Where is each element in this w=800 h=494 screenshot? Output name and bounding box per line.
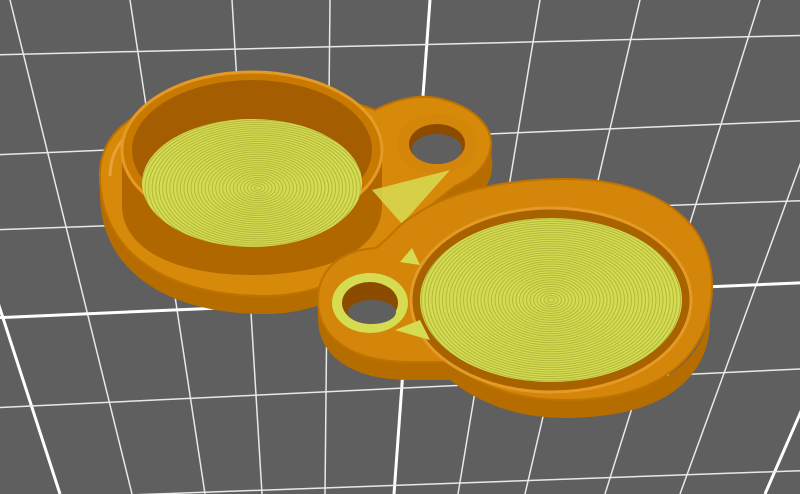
grid-line — [135, 469, 800, 494]
grid-line — [0, 303, 62, 494]
print-preview-viewport[interactable] — [0, 0, 800, 494]
sliced-model-scene[interactable] — [0, 0, 800, 494]
grid-line — [0, 34, 800, 56]
